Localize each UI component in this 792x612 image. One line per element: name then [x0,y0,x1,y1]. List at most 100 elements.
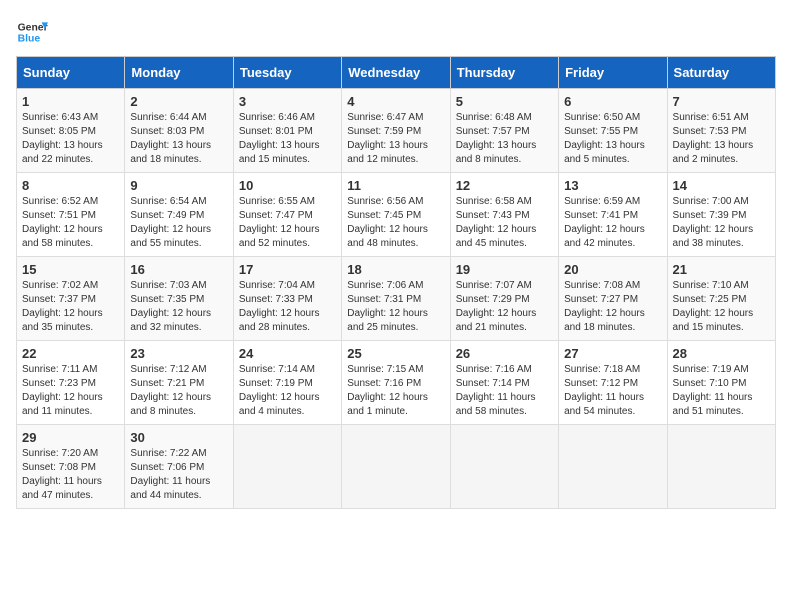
calendar-cell: 30 Sunrise: 7:22 AMSunset: 7:06 PMDayligh… [125,425,233,509]
calendar-cell: 4 Sunrise: 6:47 AMSunset: 7:59 PMDaylight… [342,89,450,173]
weekday-header-wednesday: Wednesday [342,57,450,89]
day-number: 7 [673,94,770,109]
weekday-header-thursday: Thursday [450,57,558,89]
day-number: 26 [456,346,553,361]
calendar-week-row: 15 Sunrise: 7:02 AMSunset: 7:37 PMDayligh… [17,257,776,341]
day-number: 27 [564,346,661,361]
calendar-cell: 22 Sunrise: 7:11 AMSunset: 7:23 PMDayligh… [17,341,125,425]
calendar-cell [559,425,667,509]
weekday-header-saturday: Saturday [667,57,775,89]
day-number: 8 [22,178,119,193]
calendar-cell: 17Sunrise: 7:04 AMSunset: 7:33 PMDayligh… [233,257,341,341]
calendar-cell: 6 Sunrise: 6:50 AMSunset: 7:55 PMDaylight… [559,89,667,173]
calendar-cell: 23 Sunrise: 7:12 AMSunset: 7:21 PMDayligh… [125,341,233,425]
calendar-cell: 13 Sunrise: 6:59 AMSunset: 7:41 PMDayligh… [559,173,667,257]
weekday-header-tuesday: Tuesday [233,57,341,89]
cell-content: Sunrise: 7:08 AMSunset: 7:27 PMDaylight:… [564,279,661,335]
cell-content: Sunrise: 6:51 AMSunset: 7:53 PMDaylight:… [673,111,770,167]
day-number: 29 [22,430,119,445]
cell-content: Sunrise: 7:16 AMSunset: 7:14 PMDaylight:… [456,363,553,419]
day-number: 14 [673,178,770,193]
cell-content: Sunrise: 6:46 AMSunset: 8:01 PMDaylight:… [239,111,336,167]
day-number: 12 [456,178,553,193]
calendar-cell: 19 Sunrise: 7:07 AMSunset: 7:29 PMDayligh… [450,257,558,341]
cell-content: Sunrise: 7:22 AMSunset: 7:06 PMDaylight:… [130,447,227,503]
day-number: 19 [456,262,553,277]
calendar-cell: 14Sunrise: 7:00 AMSunset: 7:39 PMDayligh… [667,173,775,257]
cell-content: Sunrise: 7:11 AMSunset: 7:23 PMDaylight:… [22,363,119,419]
cell-content: Sunrise: 6:43 AMSunset: 8:05 PMDaylight:… [22,111,119,167]
calendar-week-row: 29 Sunrise: 7:20 AMSunset: 7:08 PMDayligh… [17,425,776,509]
day-number: 1 [22,94,119,109]
calendar-cell: 9Sunrise: 6:54 AMSunset: 7:49 PMDaylight… [125,173,233,257]
cell-content: Sunrise: 6:59 AMSunset: 7:41 PMDaylight:… [564,195,661,251]
cell-content: Sunrise: 6:44 AMSunset: 8:03 PMDaylight:… [130,111,227,167]
day-number: 16 [130,262,227,277]
day-number: 18 [347,262,444,277]
calendar-cell: 26 Sunrise: 7:16 AMSunset: 7:14 PMDayligh… [450,341,558,425]
calendar-cell: 18 Sunrise: 7:06 AMSunset: 7:31 PMDayligh… [342,257,450,341]
calendar-cell [667,425,775,509]
day-number: 11 [347,178,444,193]
calendar-cell: 16 Sunrise: 7:03 AMSunset: 7:35 PMDayligh… [125,257,233,341]
calendar-cell: 28 Sunrise: 7:19 AMSunset: 7:10 PMDayligh… [667,341,775,425]
day-number: 4 [347,94,444,109]
day-number: 6 [564,94,661,109]
cell-content: Sunrise: 6:48 AMSunset: 7:57 PMDaylight:… [456,111,553,167]
calendar-week-row: 22 Sunrise: 7:11 AMSunset: 7:23 PMDayligh… [17,341,776,425]
day-number: 28 [673,346,770,361]
day-number: 15 [22,262,119,277]
cell-content: Sunrise: 6:47 AMSunset: 7:59 PMDaylight:… [347,111,444,167]
calendar-table: SundayMondayTuesdayWednesdayThursdayFrid… [16,56,776,509]
cell-content: Sunrise: 7:15 AMSunset: 7:16 PMDaylight:… [347,363,444,419]
weekday-header-sunday: Sunday [17,57,125,89]
cell-content: Sunrise: 6:56 AMSunset: 7:45 PMDaylight:… [347,195,444,251]
weekday-header-monday: Monday [125,57,233,89]
cell-content: Sunrise: 6:52 AMSunset: 7:51 PMDaylight:… [22,195,119,251]
calendar-cell: 29 Sunrise: 7:20 AMSunset: 7:08 PMDayligh… [17,425,125,509]
calendar-cell: 27 Sunrise: 7:18 AMSunset: 7:12 PMDayligh… [559,341,667,425]
cell-content: Sunrise: 6:58 AMSunset: 7:43 PMDaylight:… [456,195,553,251]
logo-icon: General Blue [16,16,48,48]
day-number: 30 [130,430,227,445]
day-number: 2 [130,94,227,109]
cell-content: Sunrise: 7:07 AMSunset: 7:29 PMDaylight:… [456,279,553,335]
day-number: 20 [564,262,661,277]
day-number: 17 [239,262,336,277]
day-number: 10 [239,178,336,193]
day-number: 5 [456,94,553,109]
calendar-cell [233,425,341,509]
day-number: 3 [239,94,336,109]
cell-content: Sunrise: 7:12 AMSunset: 7:21 PMDaylight:… [130,363,227,419]
calendar-cell: 21Sunrise: 7:10 AMSunset: 7:25 PMDayligh… [667,257,775,341]
day-number: 13 [564,178,661,193]
calendar-cell: 8 Sunrise: 6:52 AMSunset: 7:51 PMDaylight… [17,173,125,257]
cell-content: Sunrise: 6:50 AMSunset: 7:55 PMDaylight:… [564,111,661,167]
day-number: 25 [347,346,444,361]
cell-content: Sunrise: 7:19 AMSunset: 7:10 PMDaylight:… [673,363,770,419]
cell-content: Sunrise: 7:06 AMSunset: 7:31 PMDaylight:… [347,279,444,335]
calendar-cell: 24Sunrise: 7:14 AMSunset: 7:19 PMDayligh… [233,341,341,425]
cell-content: Sunrise: 7:14 AMSunset: 7:19 PMDaylight:… [239,363,336,419]
calendar-header-row: SundayMondayTuesdayWednesdayThursdayFrid… [17,57,776,89]
calendar-cell: 5 Sunrise: 6:48 AMSunset: 7:57 PMDaylight… [450,89,558,173]
calendar-cell: 7 Sunrise: 6:51 AMSunset: 7:53 PMDaylight… [667,89,775,173]
calendar-week-row: 1 Sunrise: 6:43 AMSunset: 8:05 PMDaylight… [17,89,776,173]
calendar-week-row: 8 Sunrise: 6:52 AMSunset: 7:51 PMDaylight… [17,173,776,257]
day-number: 21 [673,262,770,277]
day-number: 23 [130,346,227,361]
calendar-cell: 15 Sunrise: 7:02 AMSunset: 7:37 PMDayligh… [17,257,125,341]
calendar-cell [450,425,558,509]
calendar-cell: 11 Sunrise: 6:56 AMSunset: 7:45 PMDayligh… [342,173,450,257]
cell-content: Sunrise: 7:03 AMSunset: 7:35 PMDaylight:… [130,279,227,335]
calendar-cell: 25 Sunrise: 7:15 AMSunset: 7:16 PMDayligh… [342,341,450,425]
weekday-header-friday: Friday [559,57,667,89]
calendar-cell: 20 Sunrise: 7:08 AMSunset: 7:27 PMDayligh… [559,257,667,341]
cell-content: Sunrise: 7:02 AMSunset: 7:37 PMDaylight:… [22,279,119,335]
cell-content: Sunrise: 7:20 AMSunset: 7:08 PMDaylight:… [22,447,119,503]
cell-content: Sunrise: 7:18 AMSunset: 7:12 PMDaylight:… [564,363,661,419]
day-number: 22 [22,346,119,361]
cell-content: Sunrise: 6:54 AMSunset: 7:49 PMDaylight:… [130,195,227,251]
calendar-cell: 12 Sunrise: 6:58 AMSunset: 7:43 PMDayligh… [450,173,558,257]
logo: General Blue [16,16,48,48]
